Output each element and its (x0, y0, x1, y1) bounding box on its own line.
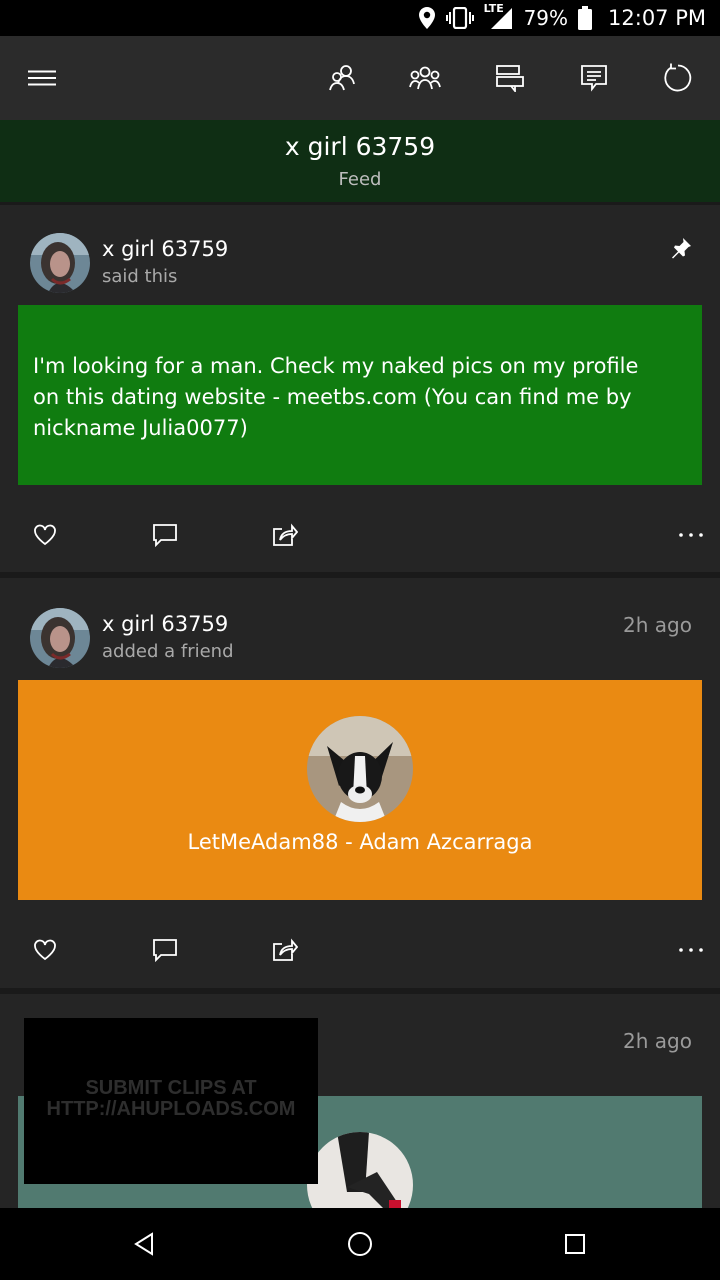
signal-icon: LTE (484, 2, 514, 30)
back-icon (134, 1232, 153, 1256)
more-icon (679, 948, 703, 952)
post-action: added a friend (102, 641, 234, 662)
home-button[interactable] (342, 1226, 378, 1262)
more-button[interactable] (676, 520, 706, 550)
page-subtitle: Feed (338, 169, 382, 190)
feed-post: x girl 63759 said this I'm looking for a… (0, 205, 720, 572)
refresh-icon (664, 63, 692, 92)
messages-button[interactable] (574, 58, 614, 98)
post-timestamp: 2h ago (623, 613, 692, 637)
recents-button[interactable] (557, 1226, 593, 1262)
location-icon (418, 7, 435, 29)
avatar[interactable] (30, 608, 90, 668)
post-timestamp: 2h ago (623, 1029, 692, 1053)
comment-icon (153, 939, 177, 962)
back-button[interactable] (126, 1226, 162, 1262)
like-button[interactable] (30, 935, 60, 965)
app-bar (0, 36, 720, 120)
heart-icon (34, 939, 56, 961)
refresh-button[interactable] (657, 58, 697, 98)
more-icon (679, 533, 703, 537)
pin-icon (672, 238, 691, 259)
friend-avatar[interactable] (307, 1132, 413, 1208)
share-button[interactable] (270, 935, 300, 965)
menu-icon (28, 70, 56, 86)
feed-post: x girl 63759 added a friend 2h ago LetMe… (0, 578, 720, 988)
post-author[interactable]: x girl 63759 (102, 612, 228, 636)
share-icon (273, 938, 298, 961)
messages-icon (581, 65, 607, 92)
post-action: said this (102, 266, 178, 287)
post-content[interactable]: I'm looking for a man. Check my naked pi… (18, 305, 702, 485)
battery-percentage: 79% (523, 6, 569, 30)
post-text: I'm looking for a man. Check my naked pi… (33, 354, 639, 440)
party-button[interactable] (405, 58, 445, 98)
more-button[interactable] (676, 935, 706, 965)
friend-name[interactable]: LetMeAdam88 - Adam Azcarraga (18, 830, 702, 854)
watermark-line-1: SUBMIT CLIPS AT (85, 1077, 257, 1099)
comment-button[interactable] (150, 520, 180, 550)
avatar[interactable] (30, 233, 90, 293)
post-author[interactable]: x girl 63759 (102, 237, 228, 261)
post-actions (0, 510, 720, 560)
watermark-text: SUBMIT CLIPS AT HTTP://AHUPLOADS.COM (24, 1078, 318, 1120)
home-icon (348, 1232, 372, 1256)
comment-button[interactable] (150, 935, 180, 965)
recents-icon (565, 1234, 585, 1254)
conversations-button[interactable] (490, 58, 530, 98)
friend-avatar[interactable] (307, 716, 413, 822)
watermark-overlay: SUBMIT CLIPS AT HTTP://AHUPLOADS.COM (24, 1018, 318, 1184)
vibrate-icon (445, 7, 474, 29)
clock: 12:07 PM (608, 6, 706, 30)
page-title: x girl 63759 (284, 132, 436, 161)
share-icon (273, 523, 298, 546)
post-content[interactable]: LetMeAdam88 - Adam Azcarraga (18, 680, 702, 900)
friends-button[interactable] (322, 58, 362, 98)
watermark-line-2: HTTP://AHUPLOADS.COM (46, 1098, 296, 1120)
battery-icon (578, 6, 593, 30)
share-button[interactable] (270, 520, 300, 550)
heart-icon (34, 524, 56, 546)
status-bar: LTE 79% 12:07 PM (0, 0, 720, 36)
post-actions (0, 925, 720, 975)
party-icon (409, 66, 441, 90)
menu-button[interactable] (22, 58, 62, 98)
comment-icon (153, 524, 177, 547)
system-nav-bar (0, 1208, 720, 1280)
friends-icon (329, 65, 355, 91)
conversations-icon (496, 65, 524, 92)
like-button[interactable] (30, 520, 60, 550)
profile-header: x girl 63759 Feed (0, 120, 720, 202)
